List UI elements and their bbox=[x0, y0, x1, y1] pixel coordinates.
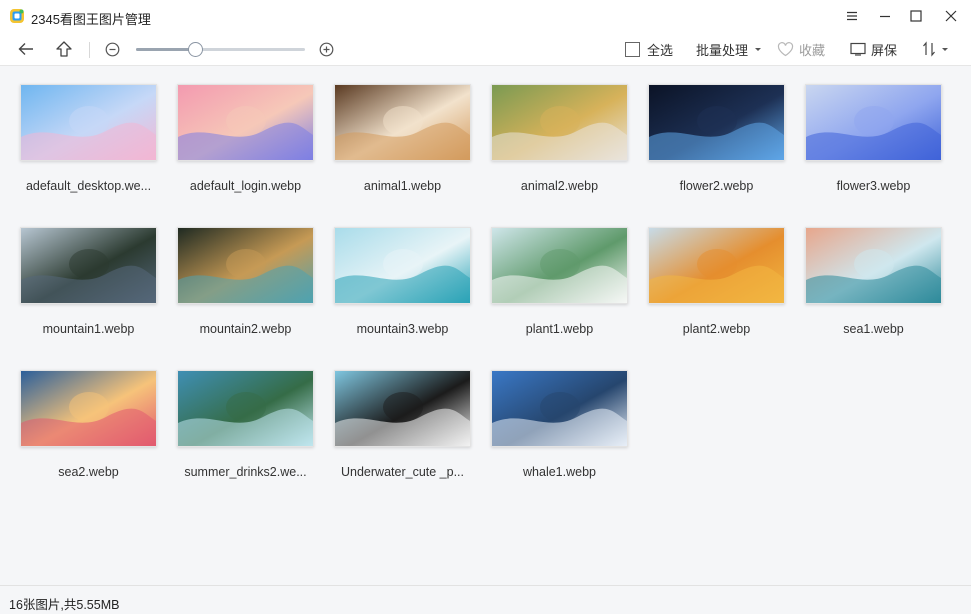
thumbnail-image[interactable] bbox=[334, 227, 471, 304]
image-thumbnail[interactable]: mountain1.webp bbox=[20, 227, 177, 352]
thumbnail-filename: plant1.webp bbox=[525, 322, 594, 336]
image-thumbnail[interactable]: plant1.webp bbox=[491, 227, 648, 352]
thumbnail-filename: adefault_login.webp bbox=[189, 179, 302, 193]
thumbnail-image[interactable] bbox=[334, 84, 471, 161]
zoom-out-button[interactable] bbox=[105, 32, 121, 66]
batch-process-label: 批量处理 bbox=[696, 42, 749, 58]
sort-button[interactable] bbox=[922, 32, 950, 66]
thumbnail-image[interactable] bbox=[177, 84, 314, 161]
screensaver-label: 屏保 bbox=[871, 42, 898, 58]
image-thumbnail[interactable]: Underwater_cute _p... bbox=[334, 370, 491, 495]
select-all-label: 全选 bbox=[647, 42, 674, 58]
minimize-icon bbox=[880, 15, 890, 18]
image-thumbnail[interactable]: plant2.webp bbox=[648, 227, 805, 352]
favorite-button[interactable]: 收藏 bbox=[777, 32, 825, 66]
sort-icon bbox=[923, 41, 935, 57]
image-thumbnail[interactable]: sea2.webp bbox=[20, 370, 177, 495]
image-thumbnail[interactable]: adefault_login.webp bbox=[177, 84, 334, 209]
thumbnail-filename: Underwater_cute _p... bbox=[341, 465, 464, 479]
thumbnail-filename: summer_drinks2.we... bbox=[184, 465, 307, 479]
thumbnail-image[interactable] bbox=[491, 370, 628, 447]
thumbnail-filename: sea1.webp bbox=[843, 322, 904, 336]
thumbnail-filename: animal2.webp bbox=[520, 179, 599, 193]
select-all-toggle[interactable]: 全选 bbox=[625, 32, 673, 66]
image-thumbnail[interactable]: animal1.webp bbox=[334, 84, 491, 209]
zoom-slider-thumb[interactable] bbox=[188, 42, 204, 57]
zoom-in-button[interactable] bbox=[319, 32, 335, 66]
thumbnail-filename: mountain1.webp bbox=[42, 322, 135, 336]
app-logo-icon bbox=[10, 9, 24, 23]
image-thumbnail[interactable]: mountain3.webp bbox=[334, 227, 491, 352]
thumbnail-grid: adefault_desktop.we... adefault_login.web… bbox=[0, 67, 971, 585]
back-button[interactable] bbox=[17, 32, 37, 66]
menu-icon bbox=[847, 11, 857, 21]
heart-icon bbox=[777, 41, 794, 56]
thumbnail-image[interactable] bbox=[491, 84, 628, 161]
thumbnail-image[interactable] bbox=[334, 370, 471, 447]
minimize-button[interactable] bbox=[868, 0, 902, 32]
thumbnail-filename: sea2.webp bbox=[58, 465, 119, 479]
select-all-checkbox[interactable] bbox=[625, 41, 640, 57]
image-thumbnail[interactable]: flower2.webp bbox=[648, 84, 805, 209]
batch-process-button[interactable]: 批量处理 bbox=[696, 32, 763, 66]
zoom-out-icon bbox=[105, 42, 120, 56]
thumbnail-filename: whale1.webp bbox=[523, 465, 596, 479]
toolbar-divider bbox=[89, 42, 90, 58]
status-bar: 16张图片,共5.55MB bbox=[0, 585, 971, 614]
zoom-slider-fill bbox=[136, 48, 196, 51]
thumbnail-filename: flower2.webp bbox=[679, 179, 754, 193]
maximize-button[interactable] bbox=[899, 0, 933, 32]
zoom-slider[interactable] bbox=[136, 42, 305, 57]
close-icon bbox=[945, 10, 957, 22]
favorite-label: 收藏 bbox=[799, 42, 826, 58]
up-button[interactable] bbox=[55, 32, 75, 66]
thumbnail-filename: adefault_desktop.we... bbox=[25, 179, 152, 193]
title-bar: 2345看图王图片管理 bbox=[0, 0, 971, 32]
arrow-left-icon bbox=[18, 43, 33, 55]
thumbnail-filename: plant2.webp bbox=[682, 322, 751, 336]
thumbnail-image[interactable] bbox=[805, 84, 942, 161]
maximize-icon bbox=[910, 10, 922, 22]
thumbnail-filename: animal1.webp bbox=[363, 179, 442, 193]
thumbnail-image[interactable] bbox=[491, 227, 628, 304]
thumbnail-image[interactable] bbox=[20, 370, 157, 447]
status-text: 16张图片,共5.55MB bbox=[9, 598, 120, 612]
thumbnail-image[interactable] bbox=[20, 84, 157, 161]
image-thumbnail[interactable]: animal2.webp bbox=[491, 84, 648, 209]
arrow-up-icon bbox=[56, 41, 72, 57]
image-thumbnail[interactable]: summer_drinks2.we... bbox=[177, 370, 334, 495]
image-thumbnail[interactable]: mountain2.webp bbox=[177, 227, 334, 352]
thumbnail-image[interactable] bbox=[177, 370, 314, 447]
monitor-icon bbox=[850, 42, 866, 56]
thumbnail-filename: flower3.webp bbox=[836, 179, 911, 193]
window-title: 2345看图王图片管理 bbox=[31, 12, 151, 27]
toolbar: 全选 批量处理 收藏 屏保 bbox=[0, 32, 971, 66]
thumbnail-filename: mountain3.webp bbox=[356, 322, 449, 336]
chevron-down-icon bbox=[942, 48, 948, 51]
image-thumbnail[interactable]: sea1.webp bbox=[805, 227, 962, 352]
menu-button[interactable] bbox=[835, 0, 869, 32]
thumbnail-image[interactable] bbox=[20, 227, 157, 304]
thumbnail-image[interactable] bbox=[648, 84, 785, 161]
thumbnail-image[interactable] bbox=[805, 227, 942, 304]
thumbnail-filename: mountain2.webp bbox=[199, 322, 292, 336]
thumbnail-image[interactable] bbox=[177, 227, 314, 304]
thumbnail-image[interactable] bbox=[648, 227, 785, 304]
zoom-in-icon bbox=[319, 42, 334, 56]
image-thumbnail[interactable]: adefault_desktop.we... bbox=[20, 84, 177, 209]
chevron-down-icon bbox=[755, 48, 762, 51]
image-thumbnail[interactable]: flower3.webp bbox=[805, 84, 962, 209]
screensaver-button[interactable]: 屏保 bbox=[850, 32, 897, 66]
image-thumbnail[interactable]: whale1.webp bbox=[491, 370, 648, 495]
close-button[interactable] bbox=[934, 0, 968, 32]
